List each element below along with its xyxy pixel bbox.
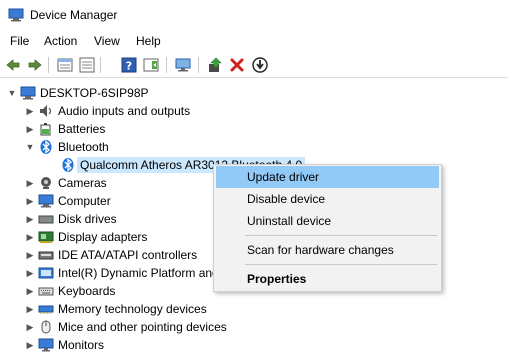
menu-action[interactable]: Action [44, 34, 77, 48]
chip-icon [38, 267, 54, 279]
tree-item-label: Computer [58, 194, 111, 208]
computer-icon [38, 194, 54, 208]
svg-text:?: ? [126, 60, 132, 73]
menu-separator [245, 235, 437, 236]
tree-item-label: Disk drives [58, 212, 117, 226]
update-driver-menu-item[interactable]: Update driver [216, 166, 439, 188]
bluetooth-icon [40, 140, 52, 154]
menu-view[interactable]: View [94, 34, 120, 48]
help-icon[interactable]: ? [120, 56, 138, 74]
uninstall-icon[interactable] [228, 56, 246, 74]
expand-arrow-icon[interactable]: ▶ [24, 213, 36, 225]
toolbar: ? [0, 52, 508, 78]
display-adapter-icon [38, 231, 54, 243]
tree-root-label: DESKTOP-6SIP98P [40, 86, 149, 100]
download-icon[interactable] [251, 56, 269, 74]
mouse-icon [41, 320, 51, 334]
tree-item-memory-technology[interactable]: ▶ Memory technology devices [24, 300, 207, 318]
expand-arrow-icon[interactable]: ▶ [24, 267, 36, 279]
properties-icon[interactable] [56, 56, 74, 74]
tree-root[interactable]: ▼ DESKTOP-6SIP98P [6, 84, 149, 102]
tree-item-cameras[interactable]: ▶ Cameras [24, 174, 107, 192]
scan-hardware-menu-item[interactable]: Scan for hardware changes [216, 239, 439, 261]
update-driver-icon[interactable] [206, 56, 224, 74]
tree-item-label: Memory technology devices [58, 302, 207, 316]
title-bar: Device Manager [0, 0, 508, 32]
context-menu: Update driver Disable device Uninstall d… [213, 164, 442, 292]
expand-arrow-icon[interactable]: ▶ [24, 249, 36, 261]
device-manager-icon [8, 8, 24, 22]
tree-item-audio[interactable]: ▶ Audio inputs and outputs [24, 102, 191, 120]
bluetooth-icon [62, 158, 74, 172]
expand-arrow-icon[interactable]: ▶ [24, 339, 36, 351]
tree-item-label: Cameras [58, 176, 107, 190]
expand-arrow-icon[interactable]: ▶ [24, 231, 36, 243]
collapse-arrow-icon[interactable]: ▼ [24, 141, 36, 153]
menu-bar: File Action View Help [0, 32, 508, 52]
tree-item-label: Display adapters [58, 230, 148, 244]
action-pane-icon[interactable] [142, 56, 160, 74]
menu-help[interactable]: Help [136, 34, 161, 48]
disable-device-menu-item[interactable]: Disable device [216, 188, 439, 210]
menu-file[interactable]: File [10, 34, 29, 48]
tree-item-label: Batteries [58, 122, 106, 136]
tree-item-label: IDE ATA/ATAPI controllers [58, 248, 198, 262]
battery-icon [40, 123, 51, 136]
expand-arrow-icon[interactable]: ▶ [24, 195, 36, 207]
disk-icon [38, 215, 54, 224]
tree-item-label: Monitors [58, 338, 105, 352]
ide-controller-icon [38, 251, 54, 260]
properties-menu-item[interactable]: Properties [216, 268, 439, 290]
tree-item-label: Audio inputs and outputs [58, 104, 191, 118]
tree-item-computer[interactable]: ▶ Computer [24, 192, 111, 210]
uninstall-device-menu-item[interactable]: Uninstall device [216, 210, 439, 232]
tree-item-label: Bluetooth [58, 140, 109, 154]
expand-arrow-icon[interactable]: ▶ [24, 177, 36, 189]
monitor-scan-icon[interactable] [174, 56, 192, 74]
forward-icon[interactable] [26, 56, 44, 74]
tree-item-label: Mice and other pointing devices [58, 320, 227, 334]
tree-item-monitors[interactable]: ▶ Monitors [24, 336, 104, 354]
expand-arrow-icon[interactable]: ▶ [24, 105, 36, 117]
expand-arrow-icon[interactable]: ▶ [24, 321, 36, 333]
properties-sheet-icon[interactable] [78, 56, 96, 74]
window-title: Device Manager [30, 8, 118, 22]
monitor-icon [38, 338, 54, 352]
tree-item-ide-controllers[interactable]: ▶ IDE ATA/ATAPI controllers [24, 246, 198, 264]
tree-item-mice[interactable]: ▶ Mice and other pointing devices [24, 318, 227, 336]
collapse-arrow-icon[interactable]: ▼ [6, 87, 18, 99]
expand-arrow-icon[interactable]: ▶ [24, 285, 36, 297]
tree-item-batteries[interactable]: ▶ Batteries [24, 120, 106, 138]
computer-icon [20, 86, 36, 100]
keyboard-icon [38, 287, 54, 296]
expand-arrow-icon[interactable]: ▶ [24, 303, 36, 315]
expand-arrow-icon[interactable]: ▶ [24, 123, 36, 135]
back-icon[interactable] [4, 56, 22, 74]
speaker-icon [40, 105, 52, 117]
tree-item-display-adapters[interactable]: ▶ Display adapters [24, 228, 148, 246]
tree-item-keyboards[interactable]: ▶ Keyboards [24, 282, 116, 300]
tree-item-label: Keyboards [58, 284, 116, 298]
camera-icon [41, 177, 51, 189]
tree-item-disk-drives[interactable]: ▶ Disk drives [24, 210, 117, 228]
memory-icon [38, 305, 54, 314]
menu-separator [245, 264, 437, 265]
tree-item-bluetooth[interactable]: ▼ Bluetooth [24, 138, 109, 156]
